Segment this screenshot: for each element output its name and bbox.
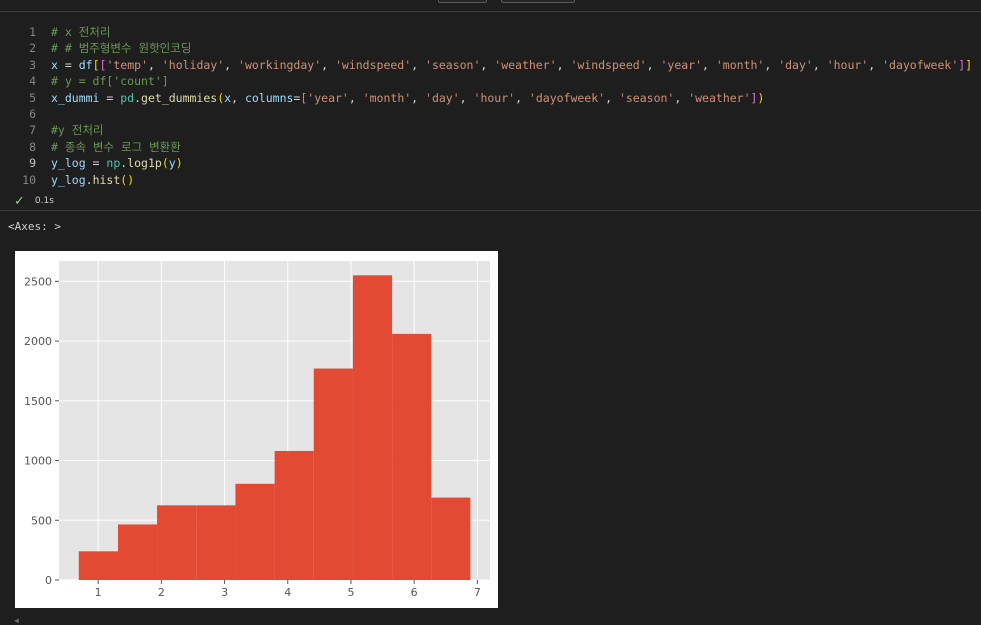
histogram-bar [117,524,158,580]
histogram-bar [196,505,236,580]
histogram-bar [235,483,275,580]
y-tick-label: 2000 [24,335,52,348]
x-tick-label: 3 [221,586,228,599]
toolbar-button[interactable] [501,0,575,3]
histogram-bar [313,368,353,580]
x-tick-label: 1 [95,586,102,599]
code-text: y_log = np.log1p(y) [51,156,183,171]
x-tick-label: 7 [474,586,481,599]
code-line[interactable]: 2 # # 범주형변수 원핫인코딩 [0,40,981,56]
line-number: 3 [29,57,36,72]
histogram-bar [392,333,432,580]
code-text: # x 전처리 [51,25,111,39]
line-number: 8 [29,139,36,154]
y-tick-label: 1500 [24,395,52,408]
line-number: 9 [29,156,36,171]
code-line[interactable]: 3 x = df[['temp', 'holiday', 'workingday'… [0,57,981,73]
x-tick-label: 5 [347,586,354,599]
line-number: 4 [29,74,36,89]
x-tick-label: 2 [158,586,165,599]
code-cell[interactable]: 1 # x 전처리 2 # # 범주형변수 원핫인코딩 3 x = df[['temp',… [0,13,981,211]
code-line[interactable]: 9 y_log = np.log1p(y) [0,155,981,171]
line-number: 10 [22,172,36,187]
histogram-chart: 1 2 3 4 5 6 7 0 500 1000 1500 2000 2500 [24,261,490,599]
line-number: 6 [29,107,36,121]
code-text: y_log.hist() [51,172,135,187]
execution-status: ✓ 0.1s [14,193,54,209]
code-line[interactable]: 5 x_dummi = pd.get_dummies(x, columns=['y… [0,90,981,106]
code-text: #y 전처리 [51,123,104,138]
execution-time: 0.1s [34,196,54,206]
histogram-bar [78,551,118,580]
scroll-left-icon[interactable]: ◀ [14,616,19,625]
code-line[interactable]: 8 # 종속 변수 로그 변환환 [0,139,981,155]
line-number: 2 [29,41,36,56]
line-number: 1 [29,25,36,39]
code-text: # 종속 변수 로그 변환환 [51,139,181,154]
code-text: x_dummi = pd.get_dummies(x, columns=['ye… [51,90,765,105]
histogram-bar [274,450,314,580]
y-tick-label: 1000 [24,455,52,468]
code-line[interactable]: 7 #y 전처리 [0,122,981,138]
x-tick-label: 4 [284,586,291,599]
y-tick-label: 2500 [24,275,52,288]
line-number: 5 [29,90,36,105]
code-text: x = df[['temp', 'holiday', 'workingday',… [51,57,973,72]
code-line[interactable]: 1 # x 전처리 [0,24,981,40]
histogram-bar [431,497,471,580]
y-tick-label: 0 [45,574,52,587]
toolbar-button[interactable] [438,0,487,3]
code-line[interactable]: 10 y_log.hist() [0,172,981,188]
code-text: # # 범주형변수 원핫인코딩 [51,41,192,56]
x-tick-label: 6 [411,586,418,599]
line-number: 7 [29,123,36,138]
code-text: # y = df['count'] [51,74,169,89]
y-tick-label: 500 [31,514,52,527]
histogram-bar [157,505,197,580]
output-text: <Axes: > [8,220,61,233]
notebook-toolbar [0,0,981,12]
histogram-plot: 1 2 3 4 5 6 7 0 500 1000 1500 2000 2500 [15,251,498,608]
code-line[interactable]: 4 # y = df['count'] [0,73,981,89]
histogram-bar [352,275,393,580]
code-line[interactable]: 6 [0,106,981,122]
check-icon: ✓ [14,193,25,209]
